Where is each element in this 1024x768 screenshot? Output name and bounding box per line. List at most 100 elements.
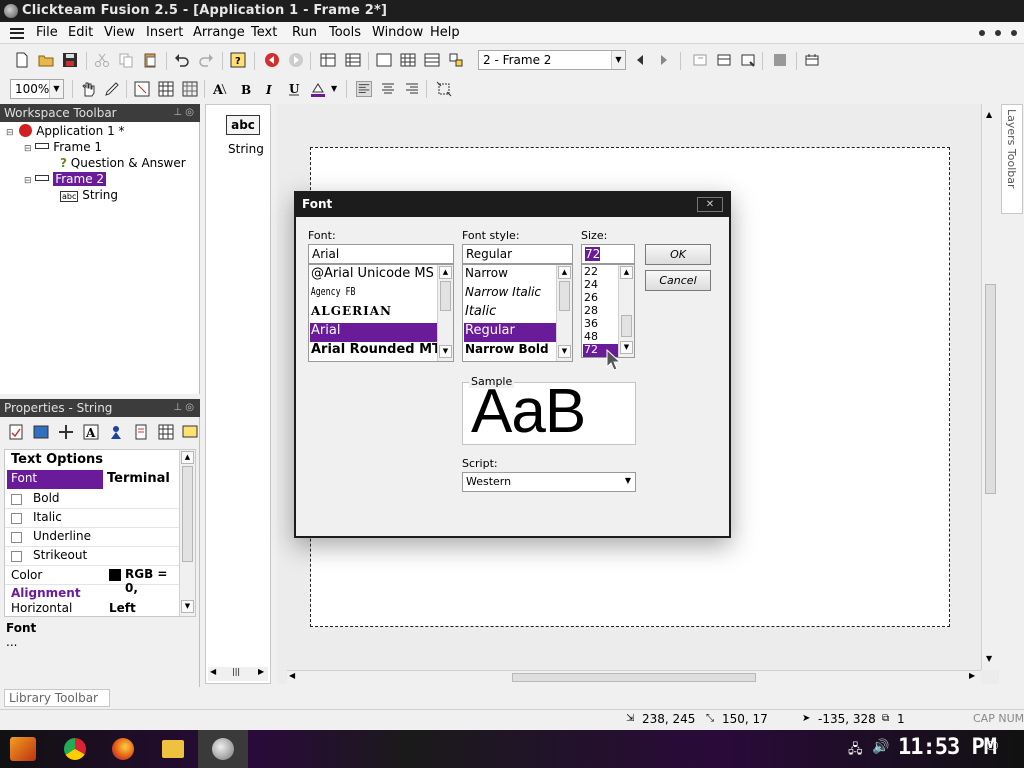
strikeout-checkbox[interactable]	[11, 551, 22, 562]
chevron-down-icon[interactable]: ▼	[611, 51, 625, 69]
frame-editor-icon[interactable]	[376, 52, 392, 68]
zoom-select[interactable]: 100% ▼	[10, 79, 64, 99]
menu-window[interactable]: Window	[372, 25, 423, 40]
font-property-label[interactable]: Font	[7, 470, 103, 489]
scroll-right-icon[interactable]: ▶	[258, 667, 264, 676]
snap-icon[interactable]	[134, 81, 150, 97]
pin-icon[interactable]: ⊥ ◎	[173, 107, 194, 118]
font-icon[interactable]: A	[212, 81, 228, 97]
italic-checkbox[interactable]	[11, 513, 22, 524]
chevron-down-icon[interactable]: ▼	[625, 476, 631, 485]
font-style-scrollbar[interactable]: ▲ ▼	[556, 265, 572, 361]
run-frame-icon[interactable]	[448, 52, 464, 68]
underline-checkbox[interactable]	[11, 532, 22, 543]
scroll-up-icon[interactable]: ▲	[620, 266, 633, 279]
size-position-tab-icon[interactable]	[58, 424, 74, 440]
align-center-icon[interactable]	[380, 81, 396, 97]
scroll-left-icon[interactable]: ◀	[289, 671, 295, 680]
color-row[interactable]: Color RGB = 0,	[5, 566, 179, 595]
values-tab-icon[interactable]	[158, 424, 174, 440]
hand-tool-icon[interactable]	[80, 81, 96, 97]
font-style-item[interactable]: Narrow	[464, 266, 508, 285]
scroll-thumb[interactable]	[512, 673, 756, 682]
next-frame-icon[interactable]	[656, 52, 672, 68]
font-style-item-selected[interactable]: Regular	[464, 323, 556, 342]
event-editor-icon[interactable]	[400, 52, 416, 68]
scroll-thumb[interactable]	[985, 284, 996, 494]
scroll-thumb[interactable]	[621, 315, 632, 337]
about-tab-icon[interactable]	[182, 424, 198, 440]
menu-edit[interactable]: Edit	[68, 25, 93, 40]
debug-icon[interactable]	[804, 52, 820, 68]
font-list-item[interactable]: Agency FB	[310, 285, 356, 304]
menu-run[interactable]: Run	[292, 25, 317, 40]
edit-tool-icon[interactable]	[104, 81, 120, 97]
menu-arrange[interactable]: Arrange	[193, 25, 245, 40]
cut-icon[interactable]	[94, 52, 110, 68]
font-style-item[interactable]: Narrow Italic	[464, 285, 541, 304]
run-frame-2-icon[interactable]	[716, 52, 732, 68]
undo-icon[interactable]	[174, 52, 190, 68]
movement-tab-icon[interactable]	[108, 424, 124, 440]
scroll-up-icon[interactable]: ▲	[986, 110, 992, 119]
size-list[interactable]: 22 24 26 28 36 48 72 ▲ ▼	[581, 264, 635, 358]
tree-item-frame-2[interactable]: ⊟ Frame 2	[24, 172, 107, 186]
help-icon[interactable]: ?	[230, 52, 246, 68]
collapse-icon[interactable]: ⊟	[6, 128, 14, 138]
scroll-up-icon[interactable]: ▲	[439, 266, 452, 279]
tree-item-application[interactable]: ⊟ Application 1 *	[6, 124, 125, 138]
back-icon[interactable]	[264, 52, 280, 68]
chrome-icon[interactable]	[64, 738, 86, 760]
scroll-up-icon[interactable]: ▲	[181, 451, 194, 464]
menu-view[interactable]: View	[104, 25, 135, 40]
scroll-down-icon[interactable]: ▼	[558, 345, 571, 358]
color-swatch[interactable]	[109, 569, 121, 581]
run-application-icon[interactable]	[692, 52, 708, 68]
editor-vscroll[interactable]: ▲ ▼	[981, 104, 999, 670]
bold-checkbox[interactable]	[11, 494, 22, 505]
string-object-icon[interactable]: abc	[226, 115, 260, 135]
strikeout-row[interactable]: Strikeout	[5, 547, 179, 566]
build-icon[interactable]	[740, 52, 756, 68]
redo-icon[interactable]	[198, 52, 214, 68]
paste-icon[interactable]	[142, 52, 158, 68]
script-select[interactable]: Western ▼	[462, 472, 636, 492]
horizontal-row[interactable]: Horizontal Left	[5, 600, 179, 619]
menu-insert[interactable]: Insert	[146, 25, 183, 40]
close-icon[interactable]: ✕	[697, 197, 723, 212]
scroll-up-icon[interactable]: ▲	[558, 266, 571, 279]
font-style-item[interactable]: Italic	[464, 304, 496, 323]
font-list-item[interactable]: ALGERIAN	[310, 304, 392, 323]
frame-select[interactable]: 2 - Frame 2 ▼	[478, 50, 626, 70]
align-left-icon[interactable]	[356, 81, 372, 97]
settings-tab-icon[interactable]	[8, 424, 24, 440]
scroll-down-icon[interactable]: ▼	[439, 345, 452, 358]
fusion-taskbar-button[interactable]	[198, 730, 248, 768]
grid-setup-icon[interactable]	[182, 81, 198, 97]
scroll-thumb[interactable]: |||	[232, 667, 240, 676]
stop-icon[interactable]	[772, 52, 788, 68]
tree-item-frame-1[interactable]: ⊟ Frame 1	[24, 140, 102, 154]
menu-text[interactable]: Text	[251, 25, 277, 40]
ok-button[interactable]: OK	[645, 244, 711, 265]
editor-hscroll[interactable]: ◀ ▶	[287, 670, 981, 684]
chevron-down-icon[interactable]: ▼	[49, 80, 63, 98]
menu-file[interactable]: File	[36, 25, 58, 40]
display-tab-icon[interactable]	[33, 424, 49, 440]
resize-icon[interactable]	[436, 81, 452, 97]
scroll-right-icon[interactable]: ▶	[969, 671, 975, 680]
strip-scrollbar[interactable]: ◀ ||| ▶	[208, 667, 268, 681]
font-style-list[interactable]: Narrow Narrow Italic Italic Regular Narr…	[462, 264, 573, 362]
chevron-down-icon[interactable]: ▼	[331, 84, 337, 93]
scroll-thumb[interactable]	[182, 466, 193, 562]
size-input[interactable]: 72	[581, 244, 635, 264]
scroll-left-icon[interactable]: ◀	[210, 667, 216, 676]
bold-row[interactable]: Bold	[5, 490, 179, 509]
font-list-item[interactable]: @Arial Unicode MS	[310, 266, 434, 285]
network-icon[interactable]: 🖧	[848, 740, 863, 762]
collapse-icon[interactable]: ⊟	[24, 176, 32, 186]
file-explorer-icon[interactable]	[162, 740, 184, 758]
align-right-icon[interactable]	[404, 81, 420, 97]
tree-item-question-answer[interactable]: ? Question & Answer	[60, 156, 186, 170]
copy-icon[interactable]	[118, 52, 134, 68]
